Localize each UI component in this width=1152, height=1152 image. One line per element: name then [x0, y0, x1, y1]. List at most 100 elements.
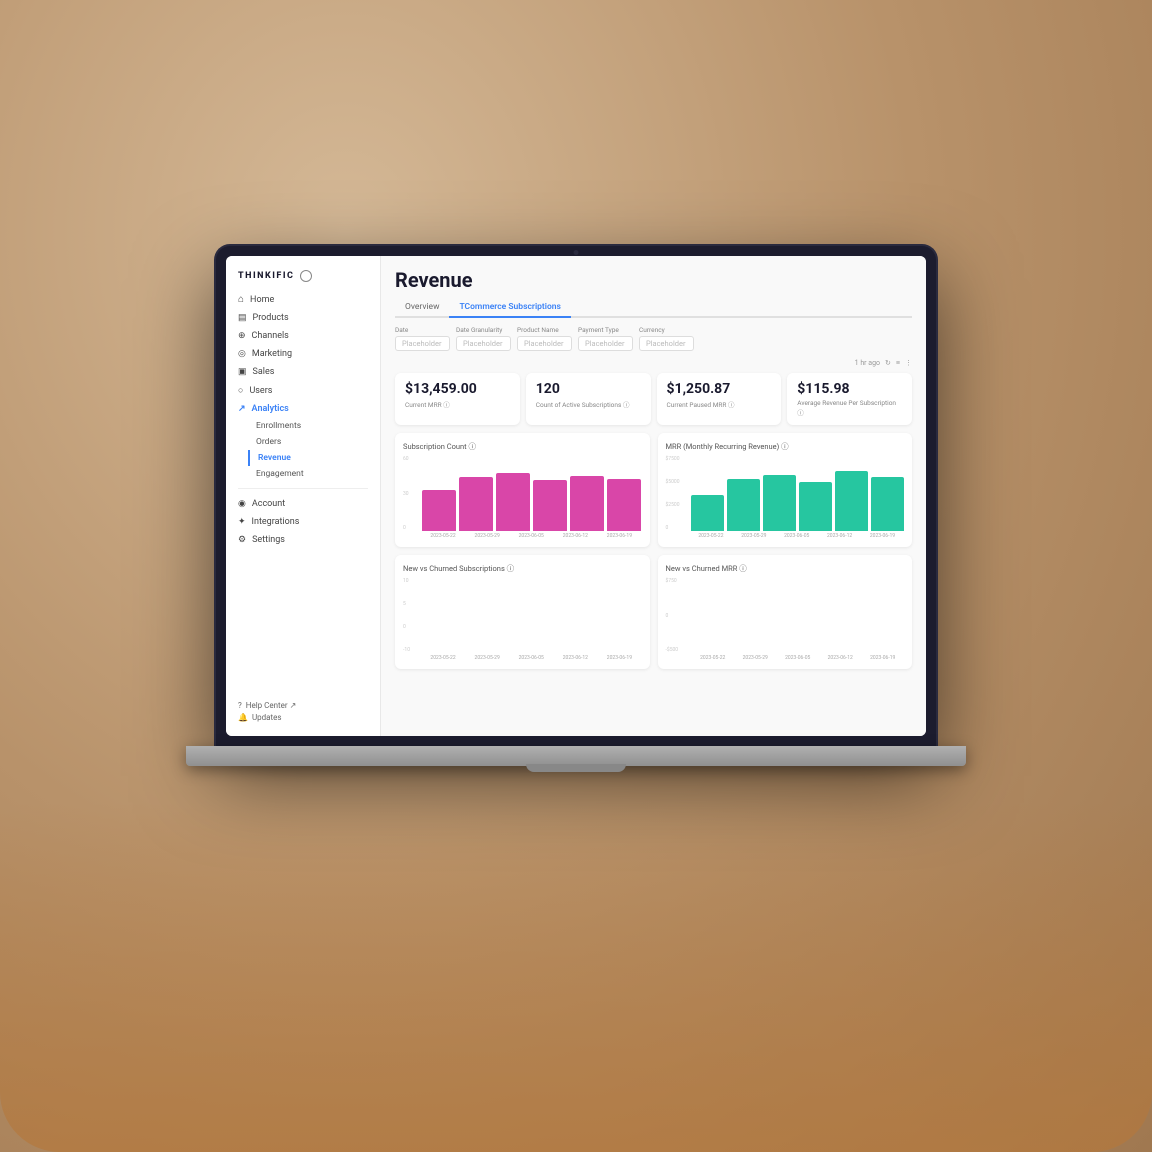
- x-label: 2023-06-12: [563, 655, 588, 661]
- analytics-icon: ↗: [238, 404, 246, 414]
- tab-overview[interactable]: Overview: [395, 298, 449, 318]
- page-title: Revenue: [395, 268, 912, 292]
- product-name-label: Product Name: [517, 326, 572, 334]
- x-label: 2023-06-05: [785, 655, 810, 661]
- products-icon: ▤: [238, 313, 247, 323]
- sidebar-item-settings[interactable]: ⚙ Settings: [226, 531, 380, 549]
- sidebar-item-marketing[interactable]: ◎ Marketing: [226, 345, 380, 363]
- y-axis: $7500$5000$25000: [666, 456, 688, 531]
- sales-icon: ▣: [238, 367, 247, 377]
- chart-title: MRR (Monthly Recurring Revenue) ⓘ: [666, 441, 905, 452]
- metrics-row: $13,459.00 Current MRR ⓘ 120 Count of Ac…: [395, 373, 912, 425]
- sidebar-item-label: Account: [252, 499, 285, 509]
- date-filter-label: Date: [395, 326, 450, 334]
- x-labels: 2023-05-22 2023-05-29 2023-06-05 2023-06…: [690, 533, 905, 539]
- sidebar-item-analytics[interactable]: ↗ Analytics: [226, 400, 380, 418]
- x-label: 2023-05-22: [430, 655, 455, 661]
- sidebar-item-sales[interactable]: ▣ Sales: [226, 363, 380, 381]
- x-label: 2023-06-12: [563, 533, 588, 539]
- date-granularity-input[interactable]: Placeholder: [456, 336, 511, 351]
- sidebar-item-products[interactable]: ▤ Products: [226, 309, 380, 327]
- subnav-revenue[interactable]: Revenue: [248, 450, 380, 466]
- x-label: 2023-05-22: [430, 533, 455, 539]
- chart-area: 1050-10: [403, 578, 642, 653]
- chart-title: New vs Churned MRR ⓘ: [666, 563, 905, 574]
- chart-area: $7500$5000$25000: [666, 456, 905, 531]
- metric-current-mrr: $13,459.00 Current MRR ⓘ: [395, 373, 520, 425]
- currency-input[interactable]: Placeholder: [639, 336, 694, 351]
- filter-icon[interactable]: ≡: [896, 359, 900, 367]
- chart-area: $7500-$500: [666, 578, 905, 653]
- sidebar-item-label: Settings: [252, 535, 285, 545]
- metric-avg-revenue: $115.98 Average Revenue Per Subscription…: [787, 373, 912, 425]
- bar: [727, 479, 760, 532]
- metric-label: Current MRR ⓘ: [405, 399, 510, 409]
- x-label: 2023-06-19: [607, 655, 632, 661]
- x-label: 2023-05-29: [743, 655, 768, 661]
- x-label: 2023-06-12: [828, 655, 853, 661]
- bar: [691, 495, 724, 531]
- bar: [799, 482, 832, 531]
- charts-grid: Subscription Count ⓘ 60300: [395, 433, 912, 669]
- subnav-enrollments[interactable]: Enrollments: [248, 418, 380, 434]
- x-label: 2023-06-05: [784, 533, 809, 539]
- chart-mrr: MRR (Monthly Recurring Revenue) ⓘ $7500$…: [658, 433, 913, 547]
- date-filter-input[interactable]: Placeholder: [395, 336, 450, 351]
- sidebar-item-label: Marketing: [252, 349, 292, 359]
- home-icon: ⌂: [238, 294, 244, 305]
- currency-filter: Currency Placeholder: [639, 326, 694, 351]
- payment-type-filter: Payment Type Placeholder: [578, 326, 633, 351]
- metric-label: Average Revenue Per Subscription ⓘ: [797, 399, 902, 417]
- metric-value: $115.98: [797, 381, 902, 397]
- metric-label: Count of Active Subscriptions ⓘ: [536, 399, 641, 409]
- x-label: 2023-06-05: [519, 655, 544, 661]
- metric-value: 120: [536, 381, 641, 397]
- sidebar-item-label: Analytics: [252, 404, 289, 414]
- search-icon[interactable]: [300, 270, 312, 282]
- chart-new-vs-churned-subs: New vs Churned Subscriptions ⓘ 1050-10: [395, 555, 650, 669]
- sidebar-item-integrations[interactable]: ✦ Integrations: [226, 513, 380, 531]
- product-name-input[interactable]: Placeholder: [517, 336, 572, 351]
- x-labels: 2023-05-22 2023-05-29 2023-06-05 2023-06…: [692, 655, 905, 661]
- chart-subscription-count: Subscription Count ⓘ 60300: [395, 433, 650, 547]
- sidebar-item-label: Products: [253, 313, 289, 323]
- updates-link[interactable]: 🔔 Updates: [238, 713, 368, 722]
- chart-area: 60300: [403, 456, 642, 531]
- x-label: 2023-06-05: [519, 533, 544, 539]
- tab-tcommerce[interactable]: TCommerce Subscriptions: [449, 298, 570, 318]
- more-icon[interactable]: ⋮: [905, 359, 912, 367]
- sidebar-item-users[interactable]: ○ Users: [226, 381, 380, 400]
- sidebar-item-label: Sales: [253, 367, 275, 377]
- subnav-orders[interactable]: Orders: [248, 434, 380, 450]
- analytics-subnav: Enrollments Orders Revenue Engagement: [248, 418, 380, 482]
- payment-type-label: Payment Type: [578, 326, 633, 334]
- bar: [496, 473, 530, 532]
- x-label: 2023-05-29: [475, 655, 500, 661]
- help-center-link[interactable]: ? Help Center ↗: [238, 701, 368, 710]
- x-label: 2023-05-29: [475, 533, 500, 539]
- x-label: 2023-06-19: [870, 533, 895, 539]
- metric-value: $13,459.00: [405, 381, 510, 397]
- payment-type-input[interactable]: Placeholder: [578, 336, 633, 351]
- filters-row: Date Placeholder Date Granularity Placeh…: [395, 326, 912, 351]
- main-content: Revenue Overview TCommerce Subscriptions…: [381, 256, 926, 736]
- main-nav: ⌂ Home ▤ Products ⊕ Channels ◎: [226, 290, 380, 482]
- currency-label: Currency: [639, 326, 694, 334]
- bell-icon: 🔔: [238, 713, 248, 722]
- metric-value: $1,250.87: [667, 381, 772, 397]
- sidebar-item-home[interactable]: ⌂ Home: [226, 290, 380, 309]
- x-label: 2023-06-19: [607, 533, 632, 539]
- subnav-engagement[interactable]: Engagement: [248, 466, 380, 482]
- sidebar-item-channels[interactable]: ⊕ Channels: [226, 327, 380, 345]
- help-icon: ?: [238, 701, 242, 710]
- bar: [570, 476, 604, 532]
- y-axis: 60300: [403, 456, 419, 531]
- refresh-icon[interactable]: ↻: [885, 359, 891, 367]
- y-axis: 1050-10: [403, 578, 419, 653]
- last-refresh-info: 1 hr ago ↻ ≡ ⋮: [395, 359, 912, 367]
- date-granularity-filter: Date Granularity Placeholder: [456, 326, 511, 351]
- metric-label: Current Paused MRR ⓘ: [667, 399, 772, 409]
- x-label: 2023-06-12: [827, 533, 852, 539]
- x-label: 2023-05-22: [700, 655, 725, 661]
- sidebar-item-account[interactable]: ◉ Account: [226, 495, 380, 513]
